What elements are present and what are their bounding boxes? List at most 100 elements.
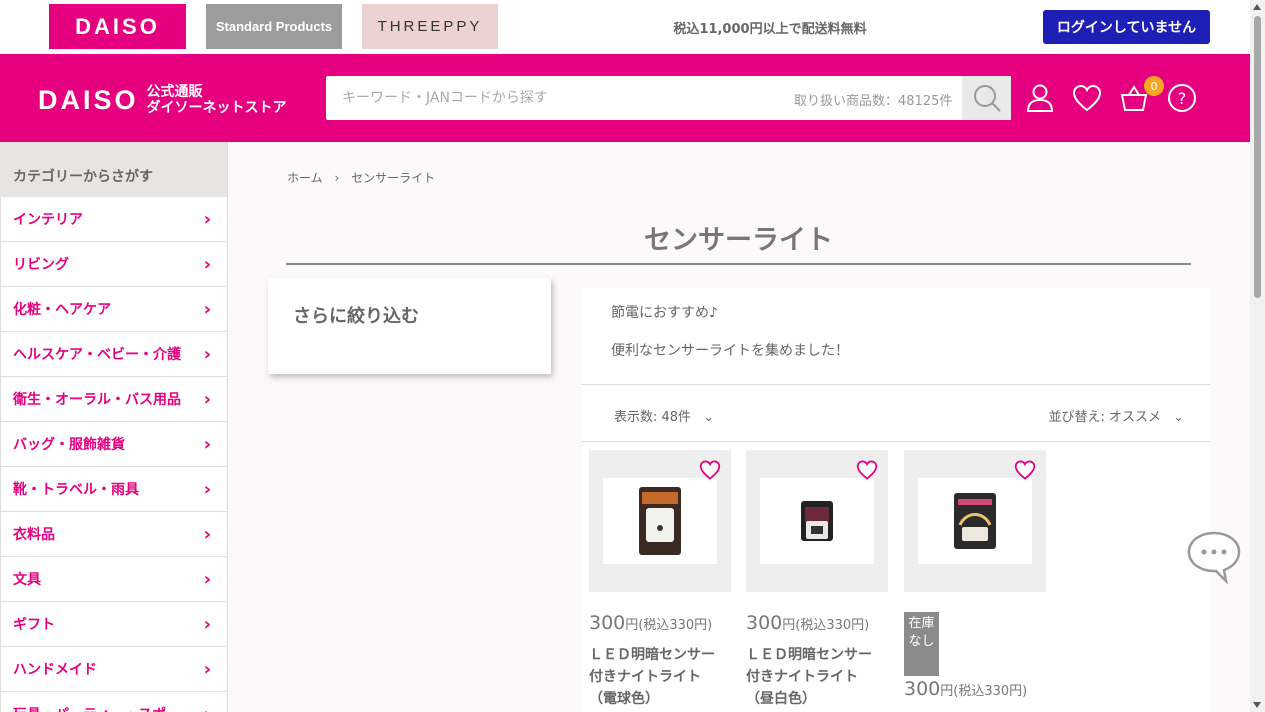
svg-text:?: ? bbox=[1178, 89, 1187, 108]
sidebar-item-label: リビング bbox=[13, 257, 69, 273]
price-unit: 円 bbox=[625, 618, 639, 633]
account-button[interactable] bbox=[1024, 82, 1056, 114]
product-grid: 300円(税込330円) ＬＥＤ明暗センサー 付きナイトライト （電球色） 30… bbox=[581, 442, 1210, 712]
desc-line-1: 節電におすすめ♪ bbox=[611, 305, 718, 321]
sidebar-item-label: ヘルスケア・ベビー・介護 bbox=[13, 347, 181, 363]
price-tax: (税込330円) bbox=[795, 618, 870, 633]
sidebar-heading: カテゴリーからさがす bbox=[0, 142, 227, 197]
chevron-right-icon: › bbox=[204, 704, 211, 712]
product-card[interactable]: 300円(税込330円) ＬＥＤ明暗センサー 付きナイトライト （電球色） bbox=[589, 450, 731, 710]
price-value: 300 bbox=[746, 612, 783, 634]
page-title: センサーライト bbox=[644, 225, 833, 256]
sort-bar: 表示数: 48件 ⌄ 並び替え: オススメ ⌄ bbox=[581, 384, 1210, 442]
product-name[interactable]: ＬＥＤ明暗センサー 付きナイトライト （電球色） bbox=[589, 644, 731, 710]
help-button[interactable]: ? bbox=[1166, 82, 1198, 114]
chevron-right-icon: › bbox=[203, 568, 211, 590]
product-nightlight-daylight-image bbox=[801, 501, 833, 541]
heart-icon bbox=[1072, 84, 1102, 112]
favorite-heart-icon[interactable] bbox=[699, 460, 721, 480]
sidebar-item-bags[interactable]: バッグ・服飾雑貨 › bbox=[0, 422, 227, 467]
tab-daiso[interactable]: DAISO bbox=[49, 4, 186, 49]
price-tax: (税込330円) bbox=[638, 618, 713, 633]
favorite-heart-icon[interactable] bbox=[1014, 460, 1036, 480]
top-bar: DAISO Standard Products THREEPPY 税込11,00… bbox=[0, 0, 1250, 54]
title-divider bbox=[286, 263, 1191, 265]
favorites-button[interactable] bbox=[1071, 82, 1103, 114]
price-value: 300 bbox=[904, 678, 941, 700]
site-logo[interactable]: DAISO 公式通販 ダイソーネットストア bbox=[38, 84, 287, 116]
login-button[interactable]: ログインしていません bbox=[1043, 10, 1210, 44]
display-count-select[interactable]: 表示数: 48件 ⌄ bbox=[614, 406, 714, 425]
search-input[interactable] bbox=[326, 76, 786, 120]
sort-select[interactable]: 並び替え: オススメ ⌄ bbox=[1048, 406, 1184, 425]
logo-main: DAISO bbox=[38, 84, 139, 115]
chat-bubble-icon bbox=[1187, 531, 1241, 585]
scroll-down-arrow-icon[interactable] bbox=[1253, 702, 1261, 708]
sidebar-item-stationery[interactable]: 文具 › bbox=[0, 557, 227, 602]
price-tax: (税込330円) bbox=[953, 684, 1028, 699]
sidebar-item-label: 玩具・パーティー・スポ bbox=[13, 704, 166, 712]
sort-label: 並び替え: オススメ bbox=[1048, 410, 1161, 425]
breadcrumb-separator: › bbox=[334, 171, 340, 185]
scrollbar-thumb[interactable] bbox=[1254, 16, 1261, 298]
chevron-right-icon: › bbox=[203, 523, 211, 545]
free-shipping-notice: 税込11,000円以上で配送料無料 bbox=[673, 22, 867, 37]
sidebar-item-hygiene[interactable]: 衛生・オーラル・バス用品 › bbox=[0, 377, 227, 422]
product-nightlight-warm-image bbox=[639, 487, 681, 555]
product-card[interactable]: 300円(税込330円) ＬＥＤ明暗センサー 付きナイトライト （昼白色） bbox=[746, 450, 888, 710]
sidebar-item-handmade[interactable]: ハンドメイド › bbox=[0, 647, 227, 692]
logo-sub-line1: 公式通販 bbox=[146, 84, 203, 100]
price-unit: 円 bbox=[940, 684, 954, 699]
chat-button[interactable] bbox=[1186, 530, 1242, 588]
chevron-right-icon: › bbox=[203, 343, 211, 365]
category-sidebar: カテゴリーからさがす インテリア › リビング › 化粧・ヘアケア › ヘルスケア・ベ… bbox=[0, 142, 228, 712]
sidebar-item-label: 文具 bbox=[13, 572, 41, 588]
product-name-line2: 付きナイトライト bbox=[746, 669, 858, 685]
out-of-stock-badge: 在庫なし bbox=[904, 612, 939, 676]
chevron-right-icon: › bbox=[203, 208, 211, 230]
price-value: 300 bbox=[589, 612, 626, 634]
sidebar-item-toys[interactable]: 玩具・パーティー・スポ › bbox=[0, 692, 227, 712]
breadcrumb: ホーム › センサーライト bbox=[287, 169, 443, 186]
filter-panel[interactable]: さらに絞り込む bbox=[268, 278, 551, 374]
favorite-heart-icon[interactable] bbox=[856, 460, 878, 480]
search-icon bbox=[973, 85, 1001, 112]
search-button[interactable] bbox=[962, 76, 1011, 120]
display-count-label: 表示数: 48件 bbox=[614, 410, 692, 425]
tab-standard-products[interactable]: Standard Products bbox=[206, 4, 342, 49]
sidebar-item-clothing[interactable]: 衣料品 › bbox=[0, 512, 227, 557]
product-name-line3: （昼白色） bbox=[746, 691, 816, 707]
chevron-down-icon: ⌄ bbox=[1173, 410, 1184, 425]
sidebar-item-label: インテリア bbox=[13, 212, 83, 228]
breadcrumb-home[interactable]: ホーム bbox=[287, 171, 323, 185]
product-name[interactable]: ＬＥＤ明暗センサー 付きナイトライト （昼白色） bbox=[746, 644, 888, 710]
breadcrumb-current: センサーライト bbox=[351, 171, 436, 185]
chevron-down-icon: ⌄ bbox=[703, 410, 715, 425]
scroll-up-arrow-icon[interactable] bbox=[1253, 4, 1261, 10]
sidebar-item-gift[interactable]: ギフト › bbox=[0, 602, 227, 647]
product-price: 300円(税込330円) bbox=[746, 612, 888, 634]
desc-line-2: 便利なセンサーライトを集めました！ bbox=[611, 343, 849, 359]
product-image[interactable] bbox=[904, 450, 1046, 592]
product-name-line1: ＬＥＤ明暗センサー bbox=[589, 647, 715, 663]
sidebar-item-label: 靴・トラベル・雨具 bbox=[13, 482, 139, 498]
sidebar-item-cosmetics[interactable]: 化粧・ヘアケア › bbox=[0, 287, 227, 332]
user-icon bbox=[1026, 84, 1054, 112]
product-name-line2: 付きナイトライト bbox=[589, 669, 701, 685]
product-image[interactable] bbox=[589, 450, 731, 592]
product-sensor-light-image bbox=[954, 493, 996, 549]
product-image[interactable] bbox=[746, 450, 888, 592]
help-icon: ? bbox=[1168, 84, 1196, 112]
sidebar-item-living[interactable]: リビング › bbox=[0, 242, 227, 287]
chevron-right-icon: › bbox=[203, 613, 211, 635]
sidebar-item-healthcare[interactable]: ヘルスケア・ベビー・介護 › bbox=[0, 332, 227, 377]
sidebar-item-label: ギフト bbox=[13, 617, 55, 633]
product-name-line1: ＬＥＤ明暗センサー bbox=[746, 647, 872, 663]
sidebar-item-interior[interactable]: インテリア › bbox=[0, 197, 227, 242]
page-scrollbar[interactable] bbox=[1250, 0, 1265, 712]
sidebar-item-shoes[interactable]: 靴・トラベル・雨具 › bbox=[0, 467, 227, 512]
tab-threeppy[interactable]: THREEPPY bbox=[362, 4, 498, 49]
product-card[interactable]: 在庫なし 300円(税込330円) bbox=[904, 450, 1046, 700]
search-bar: 取り扱い商品数：48125件 bbox=[326, 76, 1011, 120]
chevron-right-icon: › bbox=[203, 478, 211, 500]
